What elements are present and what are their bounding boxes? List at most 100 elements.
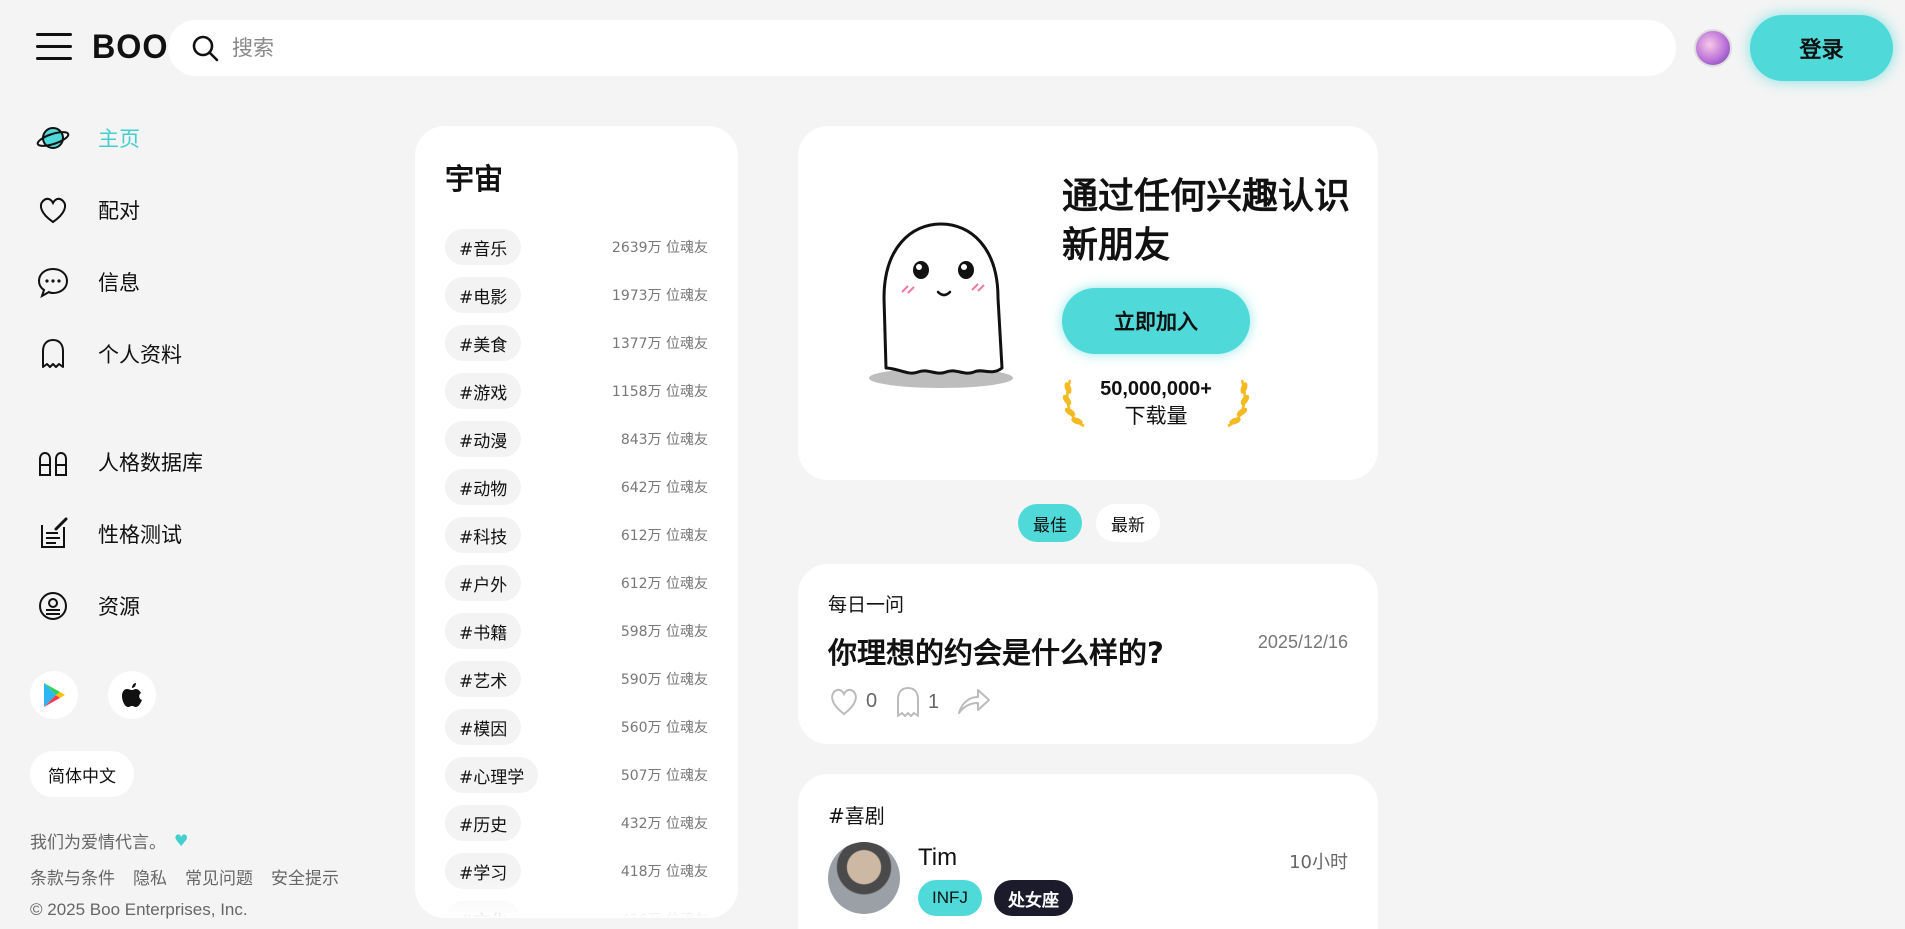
sidebar-item-home[interactable]: 主页 (36, 118, 140, 158)
universe-title: 宇宙 (445, 162, 504, 196)
sidebar-item-label: 人格数据库 (98, 451, 203, 475)
topic-member-count: 590万 位魂友 (620, 672, 708, 688)
topic-row[interactable]: #心理学 507万 位魂友 (445, 756, 708, 794)
downloads-count: 50,000,000+ (1100, 378, 1212, 400)
qotd-question[interactable]: 你理想的约会是什么样的? (828, 630, 1164, 672)
google-play-icon (44, 683, 65, 707)
chat-bubble-icon (36, 265, 70, 299)
topic-tag[interactable]: #心理学 (445, 757, 539, 793)
topic-row[interactable]: #动漫 843万 位魂友 (445, 420, 708, 458)
topic-row[interactable]: #历史 432万 位魂友 (445, 804, 708, 842)
sidebar-item-label: 资源 (98, 595, 140, 619)
post-username[interactable]: Tim (918, 844, 957, 872)
search-input[interactable] (232, 36, 1632, 60)
topic-member-count: 560万 位魂友 (620, 720, 708, 736)
avatar[interactable] (1694, 29, 1732, 67)
sidebar-item-label: 主页 (98, 127, 140, 151)
share-button[interactable] (956, 686, 992, 716)
share-icon (958, 689, 990, 714)
hero-title: 通过任何兴趣认识新朋友 (1062, 176, 1351, 266)
planet-icon (36, 121, 70, 155)
post-topic-tag[interactable]: #喜剧 (828, 800, 885, 829)
scroll-fade (415, 878, 738, 918)
sidebar-item-label: 个人资料 (98, 343, 182, 367)
downloads-badge: 50,000,000+ 下载量 (1062, 376, 1250, 432)
topic-tag[interactable]: #音乐 (445, 229, 522, 265)
search-bar[interactable] (168, 20, 1676, 76)
topic-tag[interactable]: #科技 (445, 517, 522, 553)
login-button[interactable]: 登录 (1750, 15, 1893, 81)
sidebar-item-messages[interactable]: 信息 (36, 262, 140, 302)
topic-tag[interactable]: #艺术 (445, 661, 522, 697)
topic-member-count: 432万 位魂友 (620, 816, 708, 832)
sidebar-item-personality-database[interactable]: 人格数据库 (36, 442, 203, 482)
language-selector[interactable]: 简体中文 (30, 751, 134, 797)
topic-row[interactable]: #音乐 2639万 位魂友 (445, 228, 708, 266)
sidebar-item-resources[interactable]: 资源 (36, 586, 140, 626)
universe-panel: 宇宙 #音乐 2639万 位魂友 #电影 1973万 位魂友 #美食 1377万 位魂友 #… (415, 126, 738, 918)
tagline: 我们为爱情代言。 ♥ (30, 828, 188, 853)
topic-tag[interactable]: #游戏 (445, 373, 522, 409)
topic-row[interactable]: #科技 612万 位魂友 (445, 516, 708, 554)
safety-tips-link[interactable]: 安全提示 (271, 864, 339, 889)
sidebar-item-label: 配对 (98, 199, 140, 223)
app-store-button[interactable] (108, 671, 156, 719)
google-play-button[interactable] (30, 671, 78, 719)
topic-row[interactable]: #动物 642万 位魂友 (445, 468, 708, 506)
topic-row[interactable]: #游戏 1158万 位魂友 (445, 372, 708, 410)
post-card[interactable]: #喜剧 Tim 10小时 INFJ 处女座 (798, 774, 1378, 929)
sidebar-item-label: 性格测试 (98, 523, 182, 547)
heart-icon: ♥ (174, 831, 189, 850)
heart-icon (36, 193, 70, 227)
sort-newest-tab[interactable]: 最新 (1096, 504, 1160, 542)
topic-tag[interactable]: #动漫 (445, 421, 522, 457)
zodiac-badge: 处女座 (994, 880, 1073, 916)
like-button[interactable]: 0 (828, 686, 877, 716)
faq-link[interactable]: 常见问题 (185, 864, 253, 889)
ghost-icon (36, 337, 70, 371)
ghost-comment-icon (897, 687, 919, 717)
avatar[interactable] (828, 842, 900, 914)
topic-tag[interactable]: #美食 (445, 325, 522, 361)
topic-tag[interactable]: #历史 (445, 805, 522, 841)
topic-member-count: 507万 位魂友 (620, 768, 708, 784)
ghost-mascot-icon (869, 222, 1013, 388)
topic-row[interactable]: #美食 1377万 位魂友 (445, 324, 708, 362)
topic-tag[interactable]: #书籍 (445, 613, 522, 649)
topic-member-count: 2639万 位魂友 (611, 240, 708, 256)
like-count: 0 (866, 689, 878, 712)
topic-row[interactable]: #电影 1973万 位魂友 (445, 276, 708, 314)
topic-row[interactable]: #书籍 598万 位魂友 (445, 612, 708, 650)
footer-links: 条款与条件 隐私 常见问题 安全提示 (30, 864, 339, 889)
apple-icon (122, 683, 142, 707)
question-of-the-day-card[interactable]: 每日一问 你理想的约会是什么样的? 2025/12/16 0 1 (798, 564, 1378, 744)
hero-card: 通过任何兴趣认识新朋友 立即加入 50,000,000+ 下载量 (798, 126, 1378, 480)
comment-count: 1 (928, 690, 940, 713)
terms-link[interactable]: 条款与条件 (30, 864, 115, 889)
boo-logo[interactable]: BOO (92, 28, 168, 67)
topic-member-count: 642万 位魂友 (620, 480, 708, 496)
copyright: © 2025 Boo Enterprises, Inc. (30, 900, 248, 919)
sidebar-item-personality-test[interactable]: 性格测试 (36, 514, 182, 554)
post-timestamp: 10小时 (1289, 852, 1348, 873)
comment-button[interactable]: 1 (894, 686, 939, 718)
topic-member-count: 1973万 位魂友 (611, 288, 708, 304)
privacy-link[interactable]: 隐私 (133, 864, 167, 889)
mbti-badge: INFJ (918, 880, 982, 916)
sidebar-item-profile[interactable]: 个人资料 (36, 334, 182, 374)
test-icon (36, 517, 70, 551)
sort-best-tab[interactable]: 最佳 (1018, 504, 1082, 542)
sidebar-item-match[interactable]: 配对 (36, 190, 140, 230)
hamburger-menu-icon[interactable] (36, 33, 72, 63)
topic-tag[interactable]: #模因 (445, 709, 522, 745)
topic-member-count: 1377万 位魂友 (611, 336, 708, 352)
topic-row[interactable]: #模因 560万 位魂友 (445, 708, 708, 746)
topic-row[interactable]: #户外 612万 位魂友 (445, 564, 708, 602)
topic-member-count: 612万 位魂友 (620, 576, 708, 592)
topic-tag[interactable]: #电影 (445, 277, 522, 313)
topic-tag[interactable]: #动物 (445, 469, 522, 505)
topic-tag[interactable]: #户外 (445, 565, 522, 601)
topic-member-count: 598万 位魂友 (620, 624, 708, 640)
topic-row[interactable]: #艺术 590万 位魂友 (445, 660, 708, 698)
join-now-button[interactable]: 立即加入 (1062, 288, 1250, 354)
